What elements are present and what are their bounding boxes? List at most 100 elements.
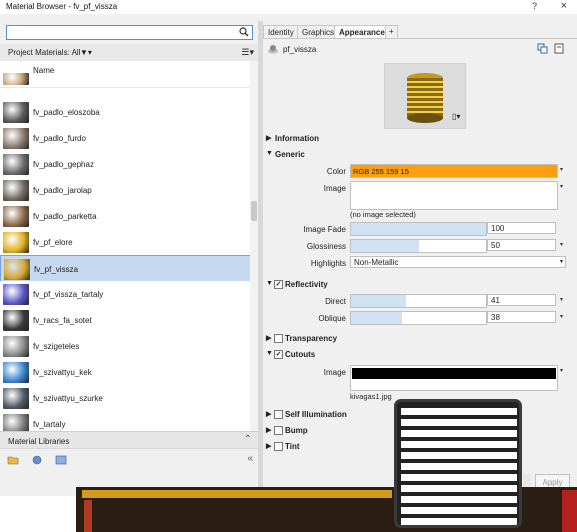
material-list-item[interactable] (0, 73, 250, 88)
section-generic[interactable]: ▼ Generic (263, 148, 573, 162)
material-libraries-header[interactable]: Material Libraries ⌃ (0, 431, 258, 448)
material-name: fv_szivattyu_kek (33, 368, 92, 377)
help-button[interactable]: ? (532, 1, 537, 11)
bump-checkbox[interactable] (274, 426, 283, 435)
glossiness-slider[interactable] (350, 239, 487, 253)
close-button[interactable]: × (561, 0, 567, 12)
search-input[interactable] (6, 25, 253, 40)
material-thumbnail-icon (3, 206, 29, 227)
tab-appearance[interactable]: Appearance (334, 25, 390, 39)
cutout-stripe (401, 474, 517, 481)
cutout-stripe (401, 496, 517, 503)
collapse-panel-icon[interactable]: « (247, 453, 253, 464)
material-list-item[interactable]: fv_padlo_parketta (0, 203, 250, 230)
oblique-menu-icon[interactable]: ▾ (558, 311, 565, 323)
self-illumination-checkbox[interactable] (274, 410, 283, 419)
cutout-stripe (401, 507, 517, 514)
asset-browser-icon[interactable] (55, 455, 67, 465)
oblique-slider[interactable] (350, 311, 487, 325)
material-list: Name fv_padlo_eloszoba fv_padlo_furdo fv_p… (0, 61, 258, 431)
color-value: RGB 255 159 15 (353, 167, 409, 176)
material-list-item[interactable]: fv_padlo_jarolap (0, 177, 250, 204)
highlights-select[interactable]: Non-Metallic ▾ (350, 256, 566, 268)
chevron-down-icon: ▾ (559, 259, 563, 265)
create-material-icon[interactable] (31, 455, 43, 465)
preview-options-button[interactable]: ▯▾ (452, 112, 468, 124)
tab-divider (263, 38, 577, 39)
transparency-checkbox[interactable] (274, 334, 283, 343)
title-bar: Material Browser - fv_pf_vissza ? × (0, 0, 577, 14)
collapse-arrow-icon: ▼ (266, 150, 273, 157)
image-fade-slider[interactable] (350, 222, 487, 236)
material-list-item[interactable]: fv_pf_elore (0, 229, 250, 256)
material-list-item[interactable]: fv_padlo_eloszoba (0, 99, 250, 126)
section-cutouts[interactable]: ▼ ✓ Cutouts (263, 348, 573, 362)
material-list-item[interactable]: fv_tartaly (0, 411, 250, 431)
highlights-value: Non-Metallic (354, 258, 399, 267)
scrollbar-thumb[interactable] (251, 201, 257, 221)
project-materials-label: Project Materials: All (8, 48, 81, 57)
cutouts-checkbox[interactable]: ✓ (274, 350, 283, 359)
list-scrollbar[interactable] (250, 61, 258, 431)
material-list-item[interactable]: fv_racs_fa_sotet (0, 307, 250, 334)
image-fade-label: Image Fade (303, 225, 346, 234)
cutout-stripe (401, 408, 517, 415)
material-list-item[interactable]: fv_pf_vissza (0, 255, 252, 283)
cutout-menu-icon[interactable]: ▾ (558, 365, 565, 377)
material-name: fv_padlo_eloszoba (33, 108, 100, 117)
direct-label: Direct (325, 297, 346, 306)
expand-arrow-icon: ▶ (266, 335, 272, 342)
direct-menu-icon[interactable]: ▾ (558, 294, 565, 306)
material-thumbnail-icon (3, 310, 29, 331)
open-library-icon[interactable] (7, 455, 19, 465)
direct-input[interactable]: 41 (487, 294, 556, 306)
expand-libraries-icon[interactable]: ⌃ (244, 434, 252, 445)
glossiness-input[interactable]: 50 (487, 239, 556, 251)
section-reflectivity[interactable]: ▼ ✓ Reflectivity (263, 278, 573, 292)
tab-identity[interactable]: Identity (263, 25, 299, 39)
collapse-arrow-icon: ▼ (266, 350, 273, 357)
image-fade-input[interactable]: 100 (487, 222, 556, 234)
asset-icon (268, 45, 278, 54)
section-transparency[interactable]: ▶ Transparency (263, 332, 573, 346)
material-list-item[interactable]: fv_szivattyu_szurke (0, 385, 250, 412)
material-thumbnail-icon (4, 259, 30, 280)
cutout-preview-popup (394, 399, 522, 528)
view-options-icon[interactable]: ☰▾ (241, 47, 254, 58)
duplicate-asset-icon[interactable] (554, 43, 565, 54)
color-swatch-field[interactable]: RGB 255 159 15 (350, 164, 558, 178)
expand-arrow-icon: ▶ (266, 135, 272, 142)
library-toolbar: « (0, 448, 258, 470)
cutout-stripe (401, 485, 517, 492)
material-list-item[interactable]: fv_pf_vissza_tartaly (0, 281, 250, 308)
image-slot[interactable] (350, 181, 558, 210)
replace-asset-icon[interactable] (537, 43, 548, 54)
image-menu-icon[interactable]: ▾ (558, 181, 565, 193)
viewport-red-post (84, 500, 92, 532)
filter-icon[interactable]: ▼▾ (80, 48, 92, 57)
direct-slider[interactable] (350, 294, 487, 308)
glossiness-menu-icon[interactable]: ▾ (558, 239, 565, 251)
material-thumbnail-icon (3, 362, 29, 383)
add-tab-button[interactable]: + (385, 25, 398, 39)
tab-graphics[interactable]: Graphics (297, 25, 340, 39)
asset-header: pf_vissza (265, 42, 565, 56)
material-thumbnail-icon (3, 284, 29, 305)
direct-fill (351, 295, 407, 307)
material-name: fv_racs_fa_sotet (33, 316, 92, 325)
section-information[interactable]: ▶ Information (263, 132, 573, 146)
oblique-label: Oblique (318, 314, 346, 323)
material-list-item[interactable]: fv_szivattyu_kek (0, 359, 250, 386)
material-list-item[interactable]: fv_padlo_gephaz (0, 151, 250, 178)
tab-bar: Identity Graphics Appearance + (263, 25, 577, 39)
material-thumbnail-icon (3, 73, 29, 85)
cutout-image-slot[interactable] (350, 365, 558, 391)
reflectivity-checkbox[interactable]: ✓ (274, 280, 283, 289)
color-menu-icon[interactable]: ▾ (558, 164, 565, 176)
oblique-input[interactable]: 38 (487, 311, 556, 323)
material-name: fv_padlo_parketta (33, 212, 97, 221)
highlights-label: Highlights (310, 259, 346, 268)
material-list-item[interactable]: fv_padlo_furdo (0, 125, 250, 152)
tint-checkbox[interactable] (274, 442, 283, 451)
material-list-item[interactable]: fv_szigeteles (0, 333, 250, 360)
